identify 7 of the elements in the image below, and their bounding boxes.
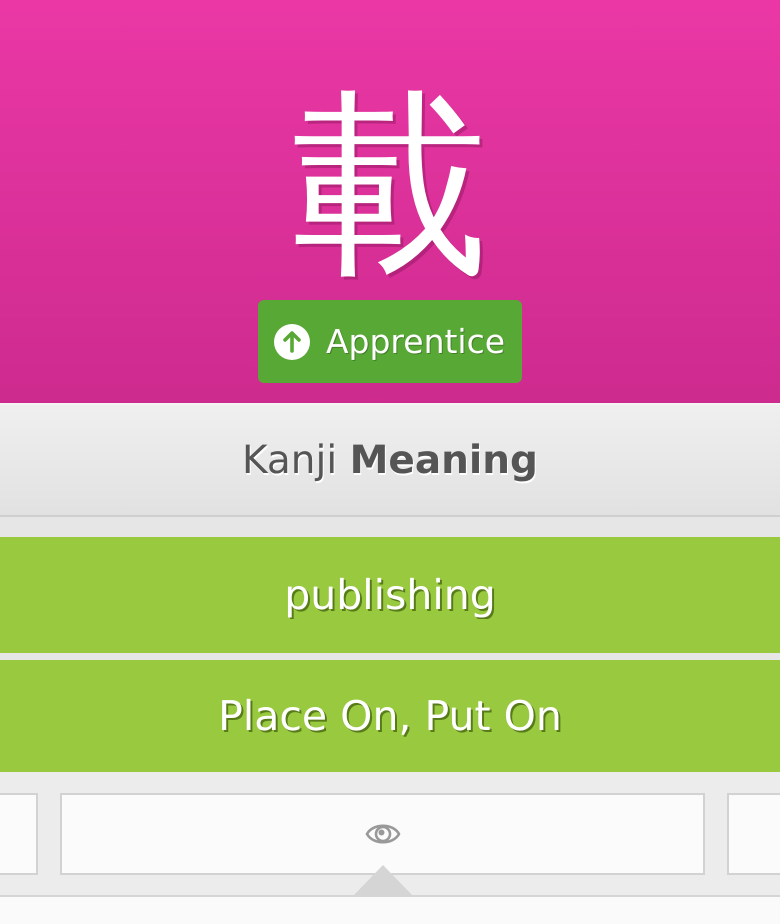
toolbar-button[interactable] — [0, 793, 38, 875]
srs-level-label: Apprentice — [326, 322, 506, 361]
toolbar-button[interactable] — [727, 793, 780, 875]
question-type-label: Kanji Meaning — [242, 438, 538, 482]
kanji-character: 載 — [291, 82, 489, 288]
correct-meanings-bar: Place On, Put On — [0, 660, 780, 772]
answer-field[interactable]: publishing — [0, 537, 780, 653]
